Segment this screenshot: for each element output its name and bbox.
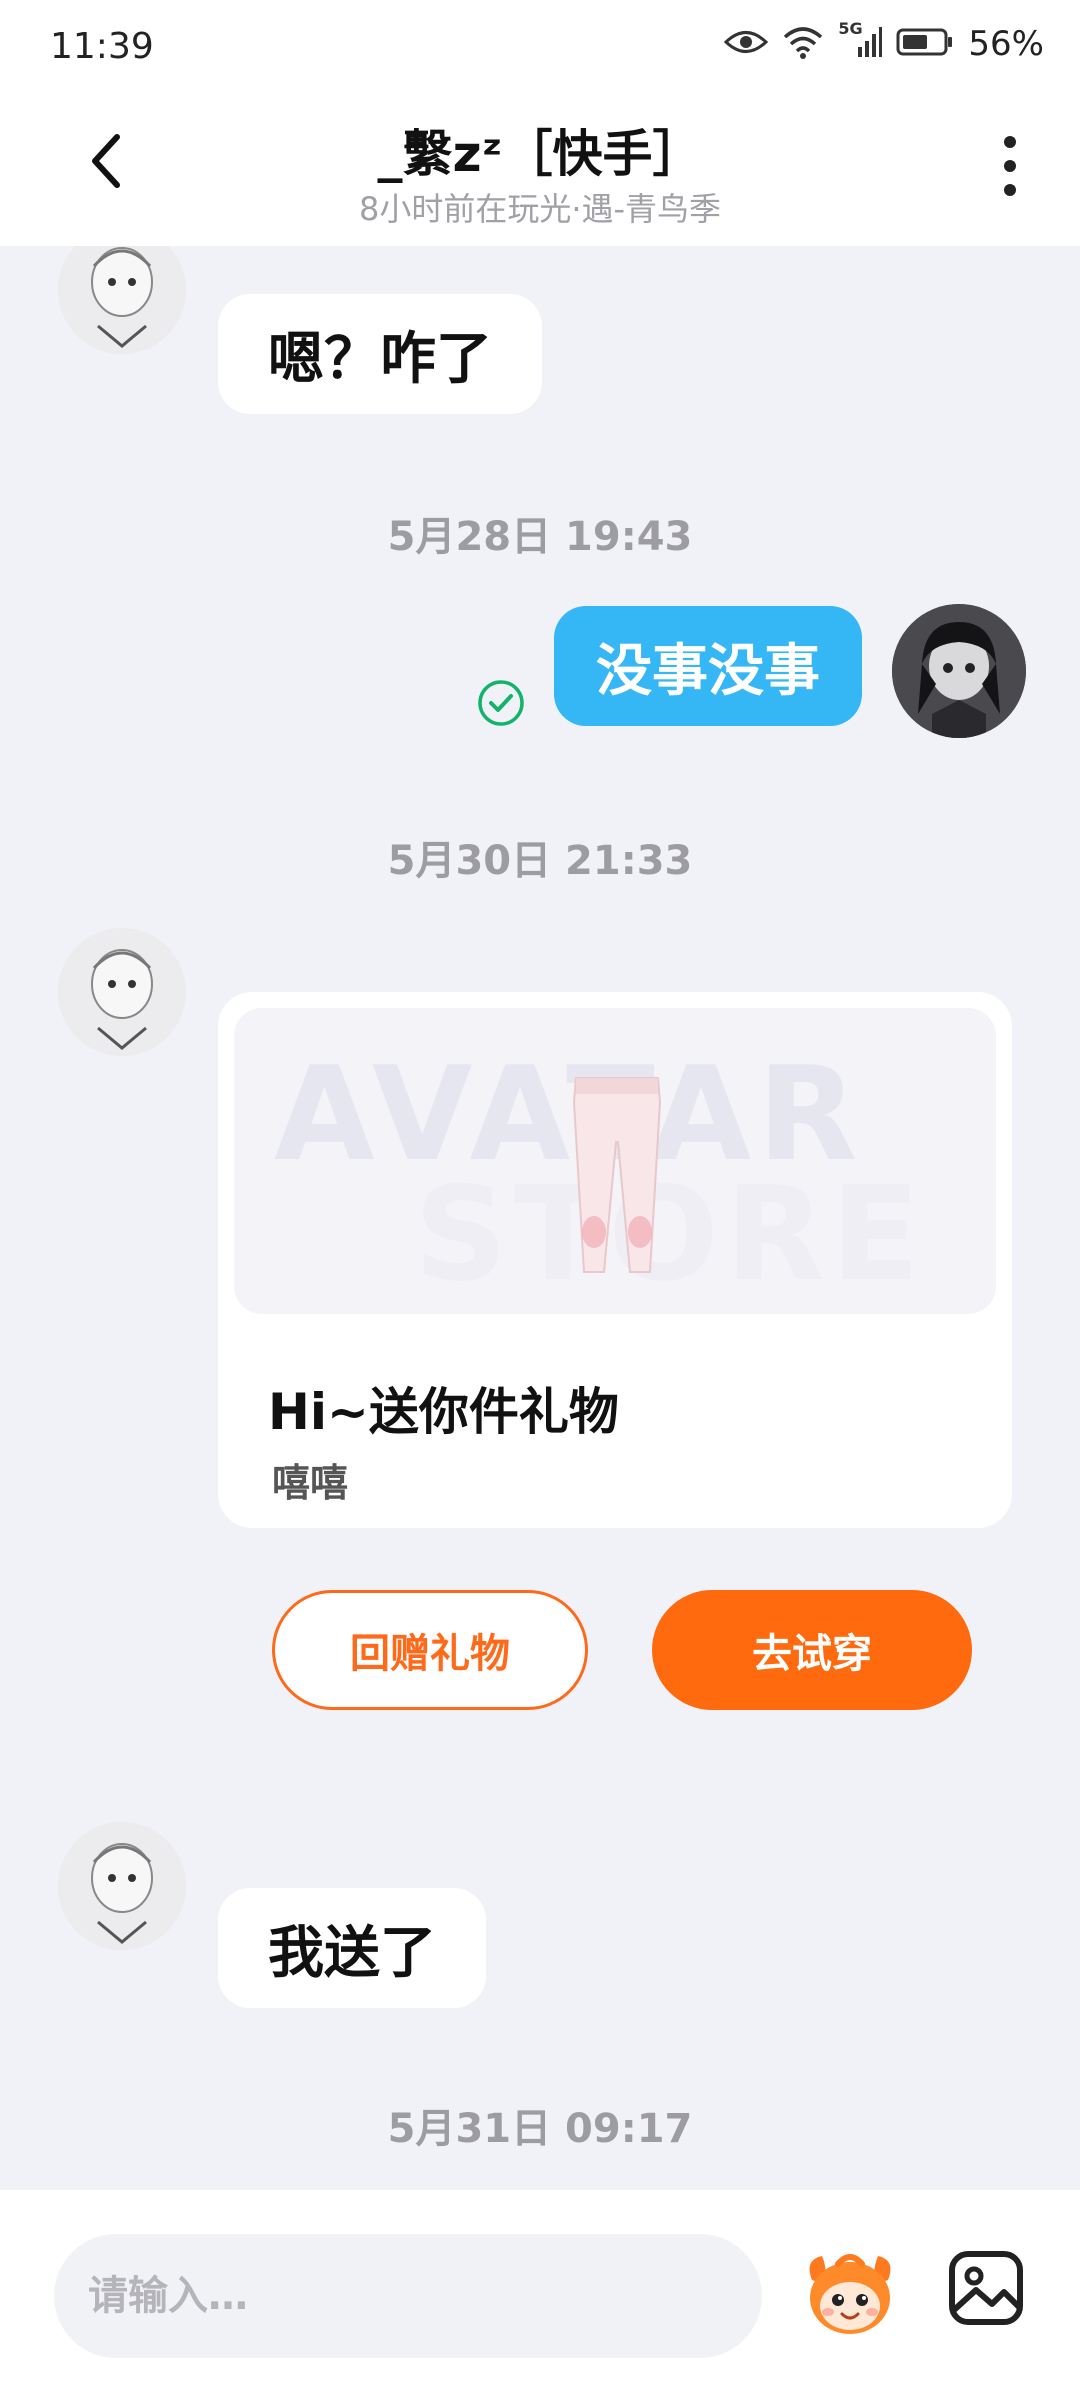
- contact-avatar[interactable]: [58, 1822, 186, 1950]
- emoji-button[interactable]: [798, 2240, 902, 2344]
- status-bar: 11:39 5G 56%: [0, 0, 1080, 96]
- wifi-icon: [782, 25, 824, 63]
- gift-image[interactable]: AVATAR STORE: [234, 1008, 996, 1314]
- return-gift-button[interactable]: 回赠礼物: [272, 1590, 588, 1710]
- gift-card[interactable]: AVATAR STORE Hi~送你件礼物 嘻嘻 回赠礼物 去试穿: [218, 992, 1012, 1710]
- signal-icon: 5G: [838, 19, 883, 63]
- eye-icon: [724, 27, 769, 61]
- gift-description: 嘻嘻: [272, 1461, 349, 1505]
- contact-avatar[interactable]: [58, 928, 186, 1056]
- gift-title: Hi~送你件礼物: [268, 1383, 619, 1441]
- status-icons: 5G 56%: [724, 19, 1044, 64]
- chat-header: _繫zᶻ［快手］ 8小时前在玩光·遇-青鸟季: [0, 96, 1080, 246]
- contact-avatar[interactable]: [58, 246, 186, 354]
- input-bar: [0, 2190, 1080, 2400]
- more-dot: [1004, 136, 1016, 148]
- battery-icon: [896, 27, 954, 61]
- message-timestamp: 5月28日 19:43: [387, 514, 693, 560]
- more-dot: [1004, 184, 1016, 196]
- leggings-item-image: [572, 1077, 662, 1273]
- contact-name: _繫zᶻ［快手］: [377, 125, 703, 183]
- message-input[interactable]: [54, 2234, 762, 2358]
- more-dot: [1004, 160, 1016, 172]
- contact-status: 8小时前在玩光·遇-青鸟季: [358, 190, 722, 228]
- more-options-button[interactable]: [980, 126, 1040, 206]
- store-watermark: STORE: [414, 1158, 926, 1310]
- network-type: 5G: [838, 19, 863, 38]
- battery-percent: 56%: [968, 24, 1044, 64]
- incoming-message-bubble[interactable]: 我送了: [218, 1888, 486, 2008]
- outgoing-message-bubble[interactable]: 没事没事: [554, 606, 862, 726]
- image-icon: [949, 2251, 1023, 2325]
- message-timestamp: 5月30日 21:33: [387, 838, 693, 884]
- mascot-emoji-icon: [809, 2254, 891, 2334]
- my-avatar[interactable]: [892, 604, 1026, 738]
- image-picker-button[interactable]: [946, 2248, 1026, 2328]
- gift-actions: 回赠礼物 去试穿: [272, 1590, 972, 1710]
- incoming-message-bubble[interactable]: 嗯？咋了: [218, 294, 542, 414]
- try-on-button[interactable]: 去试穿: [652, 1590, 972, 1710]
- status-time: 11:39: [50, 26, 154, 67]
- sent-check-icon: [476, 678, 526, 728]
- message-timestamp: 5月31日 09:17: [387, 2106, 693, 2152]
